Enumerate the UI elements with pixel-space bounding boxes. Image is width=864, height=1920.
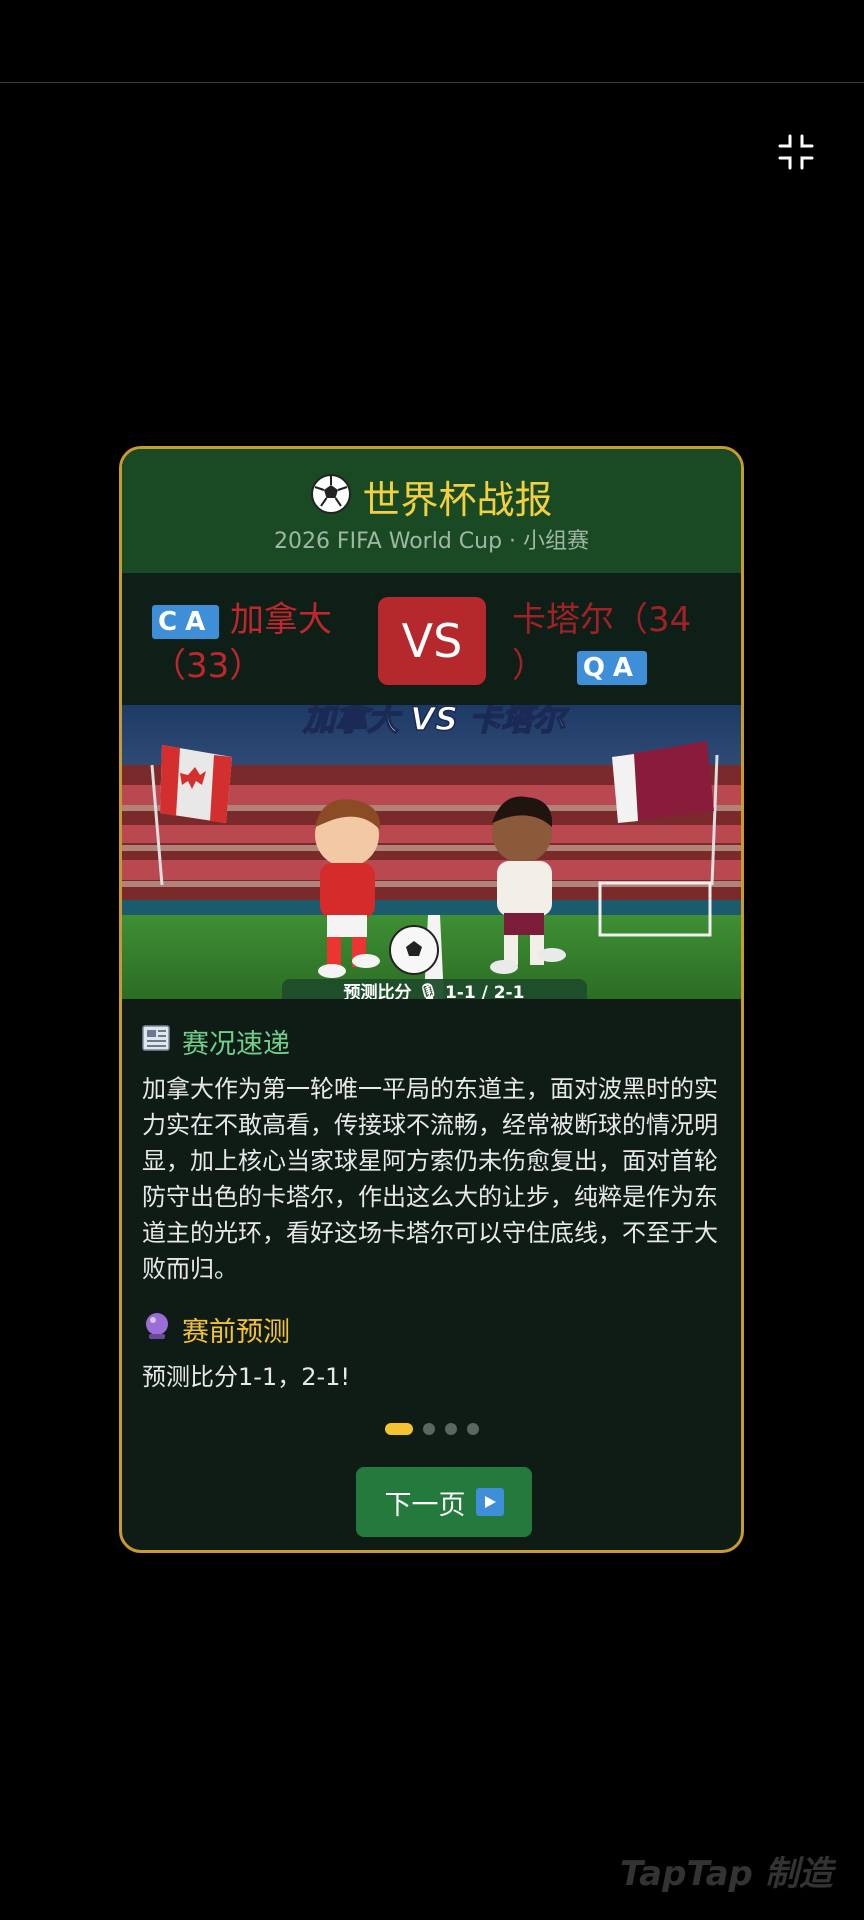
team-right: 卡塔尔（34 ） QA xyxy=(512,597,722,689)
play-icon xyxy=(475,1488,504,1516)
match-report-card: 世界杯战报 2026 FIFA World Cup · 小组赛 CA 加拿大 （… xyxy=(119,446,744,1553)
team-right-name: 卡塔尔（34 xyxy=(512,600,692,640)
team-left-name: 加拿大 xyxy=(230,600,333,640)
prediction-title: 赛前预测 xyxy=(182,1316,290,1348)
stadium-illustration: 加拿大 VS 卡塔尔 预测比分 🎙 1-1 / 2-1 xyxy=(122,705,741,999)
banner-caption: 预测比分 🎙 1-1 / 2-1 xyxy=(344,982,525,999)
banner-title: 加拿大 VS 卡塔尔 xyxy=(302,705,570,738)
top-divider xyxy=(0,82,864,83)
title-row: 世界杯战报 xyxy=(122,471,741,522)
subtitle: 2026 FIFA World Cup · 小组赛 xyxy=(273,529,590,554)
page-title: 世界杯战报 xyxy=(362,477,553,522)
team-left-badge: CA xyxy=(152,604,220,639)
next-page-button[interactable]: 下一页 xyxy=(356,1467,532,1537)
prediction-text: 预测比分1-1，2-1! xyxy=(142,1363,351,1391)
exit-fullscreen-icon[interactable] xyxy=(776,132,816,172)
report-text: 加拿大作为第一轮唯一平局的东道主，面对波黑时的实力实在不敢高看，传接球不流畅，经… xyxy=(142,1075,718,1283)
report-title: 赛况速递 xyxy=(182,1028,290,1060)
teams-row: CA 加拿大 （33） VS 卡塔尔（34 ） QA xyxy=(122,573,741,705)
page-dot[interactable] xyxy=(444,1423,457,1435)
team-left: CA 加拿大 （33） xyxy=(152,597,342,689)
watermark-logo: TapTap 制造 xyxy=(620,1854,833,1894)
report-section-title: 赛况速递 xyxy=(142,1021,290,1061)
prediction-section-title: 赛前预测 xyxy=(142,1309,290,1349)
vs-box: VS xyxy=(378,597,486,685)
crystal-ball-icon xyxy=(142,1311,172,1348)
team-right-badge: QA xyxy=(576,650,648,685)
next-page-label: 下一页 xyxy=(384,1489,466,1521)
page-dot[interactable] xyxy=(466,1423,479,1435)
page-indicator xyxy=(122,1423,741,1435)
team-right-name-end: ） xyxy=(512,646,546,686)
page-dot-active[interactable] xyxy=(384,1423,413,1435)
card-header: 世界杯战报 2026 FIFA World Cup · 小组赛 xyxy=(122,449,741,573)
hero-illustration: 加拿大 VS 卡塔尔 预测比分 🎙 1-1 / 2-1 xyxy=(122,705,741,999)
soccer-ball-icon xyxy=(310,473,352,519)
page-dot[interactable] xyxy=(422,1423,435,1435)
team-left-rank: （33） xyxy=(152,646,264,686)
newspaper-icon xyxy=(142,1024,172,1059)
